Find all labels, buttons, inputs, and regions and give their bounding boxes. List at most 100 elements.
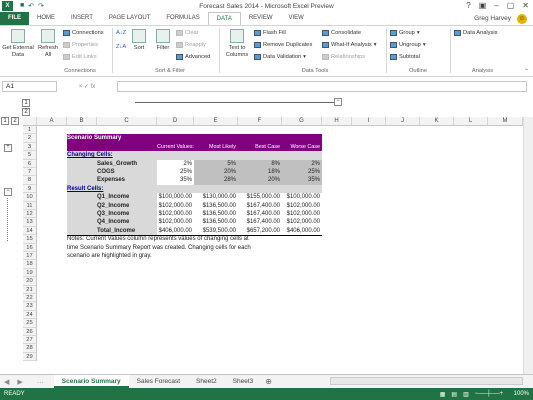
collapse-ribbon-icon[interactable]: ⌃: [524, 68, 529, 75]
sort-az-button[interactable]: A↓Z: [116, 30, 126, 36]
name-box[interactable]: A1: [2, 80, 57, 92]
changing-value-2-0[interactable]: 35%: [157, 176, 194, 184]
result-name-2[interactable]: Q3_Income: [97, 210, 157, 219]
column-header-m[interactable]: M: [488, 117, 523, 126]
result-value-1-1[interactable]: $136,500.00: [194, 202, 238, 210]
row-header-2[interactable]: 2: [23, 134, 37, 143]
horizontal-scrollbar[interactable]: [330, 377, 523, 385]
sheet-tab-scenario-summary[interactable]: Scenario Summary: [53, 375, 129, 388]
row-header-14[interactable]: 14: [23, 226, 37, 236]
outline-level-2-button[interactable]: 2: [22, 108, 30, 116]
column-header-g[interactable]: G: [282, 117, 322, 126]
ungroup-button[interactable]: Ungroup ▾: [390, 42, 426, 48]
result-row-pad[interactable]: [67, 193, 97, 202]
changing-row-pad[interactable]: [67, 159, 97, 168]
changing-name-0[interactable]: Sales_Growth: [97, 159, 157, 168]
row-outline-level-1[interactable]: 1: [1, 117, 9, 125]
row-header-22[interactable]: 22: [23, 294, 37, 303]
result-value-1-2[interactable]: $167,400.00: [238, 202, 282, 210]
sheet-tab-sheet3[interactable]: Sheet3: [225, 375, 262, 388]
result-value-0-2[interactable]: $155,000.00: [238, 193, 282, 201]
row-header-24[interactable]: 24: [23, 310, 37, 320]
report-note-0[interactable]: Notes: Current Values column represents …: [67, 235, 327, 243]
result-value-4-2[interactable]: $657,200.00: [238, 227, 282, 235]
changing-value-0-3[interactable]: 2%: [282, 159, 322, 168]
row-header-15[interactable]: 15: [23, 235, 37, 244]
result-row-pad[interactable]: [67, 201, 97, 210]
changing-value-0-2[interactable]: 8%: [238, 159, 282, 168]
minimize-icon[interactable]: –: [494, 1, 498, 10]
report-header-2[interactable]: Best Case: [238, 142, 282, 152]
vertical-scrollbar[interactable]: [523, 117, 533, 374]
collapse-columns-button[interactable]: −: [334, 98, 342, 106]
sheet-more-icon[interactable]: …: [27, 378, 54, 385]
filter-button[interactable]: Filter: [152, 29, 174, 52]
row-header-11[interactable]: 11: [23, 201, 37, 210]
column-header-l[interactable]: L: [454, 117, 488, 126]
tab-insert[interactable]: INSERT: [63, 12, 101, 25]
report-header-blank[interactable]: [67, 142, 157, 152]
consolidate-button[interactable]: Consolidate: [322, 30, 361, 36]
sheet-next-icon[interactable]: ▶: [13, 378, 26, 386]
column-header-c[interactable]: C: [97, 117, 157, 126]
changing-value-1-0[interactable]: 25%: [157, 168, 194, 176]
result-value-2-2[interactable]: $167,400.00: [238, 210, 282, 218]
result-cells-label-fill[interactable]: [157, 184, 322, 194]
result-value-4-3[interactable]: $406,000.00: [282, 227, 322, 235]
row-header-25[interactable]: 25: [23, 319, 37, 328]
row-header-27[interactable]: 27: [23, 336, 37, 345]
collapse-result-cells-button[interactable]: −: [4, 188, 12, 196]
tab-data[interactable]: DATA: [207, 12, 241, 25]
changing-row-pad[interactable]: [67, 176, 97, 185]
row-header-20[interactable]: 20: [23, 277, 37, 286]
result-value-4-1[interactable]: $539,500.00: [194, 227, 238, 235]
properties-button[interactable]: Properties: [63, 42, 98, 48]
remove-duplicates-button[interactable]: Remove Duplicates: [254, 42, 312, 48]
result-value-3-1[interactable]: $136,500.00: [194, 218, 238, 226]
result-cells-label[interactable]: Result Cells:: [67, 184, 157, 194]
zoom-level[interactable]: 100%: [514, 391, 529, 397]
subtotal-button[interactable]: Subtotal: [390, 54, 420, 60]
changing-value-0-0[interactable]: 2%: [157, 160, 194, 168]
column-header-h[interactable]: H: [322, 117, 352, 126]
sheet-tab-sheet2[interactable]: Sheet2: [188, 375, 225, 388]
text-to-columns-button[interactable]: Text to Columns: [222, 29, 252, 59]
result-value-3-2[interactable]: $167,400.00: [238, 218, 282, 226]
changing-value-1-2[interactable]: 18%: [238, 168, 282, 177]
row-header-21[interactable]: 21: [23, 285, 37, 294]
result-value-4-0[interactable]: $406,000.00: [157, 227, 194, 235]
outline-level-1-button[interactable]: 1: [22, 99, 30, 107]
what-if-analysis-button[interactable]: What-If Analysis ▾: [322, 42, 377, 48]
flash-fill-button[interactable]: Flash Fill: [254, 30, 286, 36]
row-header-10[interactable]: 10: [23, 193, 37, 202]
result-value-1-3[interactable]: $102,000.00: [282, 202, 322, 210]
tab-file[interactable]: FILE: [0, 12, 29, 25]
result-value-1-0[interactable]: $102,000.00: [157, 202, 194, 210]
result-value-2-0[interactable]: $102,000.00: [157, 210, 194, 218]
tab-page-layout[interactable]: PAGE LAYOUT: [101, 12, 158, 25]
changing-value-2-2[interactable]: 20%: [238, 176, 282, 185]
data-analysis-button[interactable]: Data Analysis: [454, 30, 497, 36]
row-header-7[interactable]: 7: [23, 168, 37, 177]
formula-icons[interactable]: × ✓ fx: [57, 83, 117, 90]
column-header-e[interactable]: E: [194, 117, 238, 126]
result-value-3-0[interactable]: $102,000.00: [157, 218, 194, 226]
clear-button[interactable]: Clear: [176, 30, 199, 36]
tab-review[interactable]: REVIEW: [241, 12, 281, 25]
group-button[interactable]: Group ▾: [390, 30, 420, 36]
result-row-pad[interactable]: [67, 218, 97, 227]
select-all-corner[interactable]: [23, 117, 37, 126]
result-value-3-3[interactable]: $102,000.00: [282, 218, 322, 226]
column-header-b[interactable]: B: [67, 117, 97, 126]
result-row-pad[interactable]: [67, 226, 97, 236]
changing-value-0-1[interactable]: 5%: [194, 159, 238, 168]
result-value-0-0[interactable]: $100,000.00: [157, 193, 194, 201]
report-note-2[interactable]: scenario are highlighted in gray.: [67, 252, 327, 260]
column-header-j[interactable]: J: [386, 117, 420, 126]
reapply-button[interactable]: Reapply: [176, 42, 206, 48]
page-break-view-icon[interactable]: ▥: [463, 391, 469, 398]
row-header-23[interactable]: 23: [23, 302, 37, 311]
column-header-d[interactable]: D: [157, 117, 194, 126]
row-header-28[interactable]: 28: [23, 344, 37, 353]
report-note-1[interactable]: time Scenario Summary Report was created…: [67, 244, 327, 252]
